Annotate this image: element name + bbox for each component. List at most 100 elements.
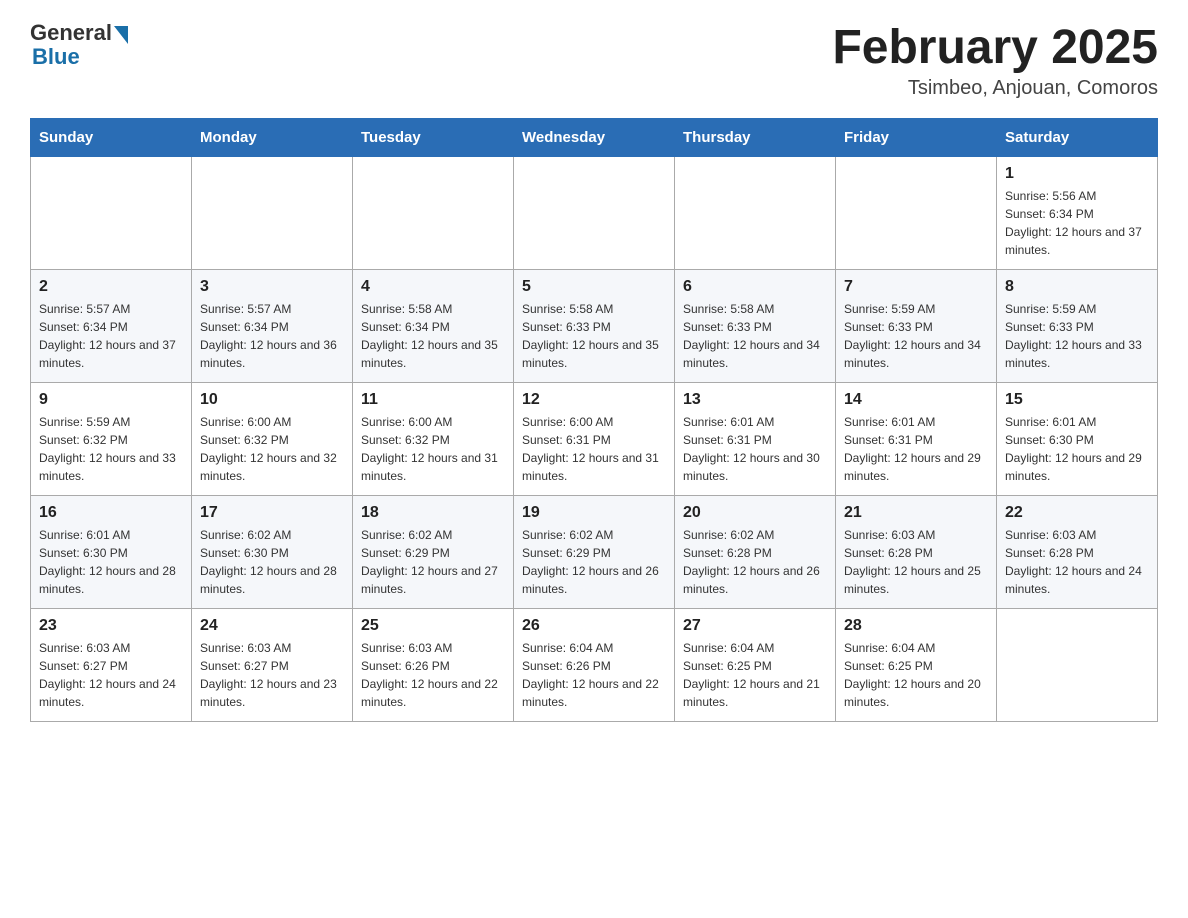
title-section: February 2025 Tsimbeo, Anjouan, Comoros [832,20,1158,100]
day-info: Sunrise: 6:03 AMSunset: 6:26 PMDaylight:… [361,639,505,711]
calendar-cell [31,157,192,270]
calendar-cell: 23Sunrise: 6:03 AMSunset: 6:27 PMDayligh… [31,609,192,722]
day-number: 1 [1005,165,1149,183]
calendar-cell: 28Sunrise: 6:04 AMSunset: 6:25 PMDayligh… [836,609,997,722]
day-info: Sunrise: 5:57 AMSunset: 6:34 PMDaylight:… [200,300,344,372]
logo-blue-text: Blue [32,44,80,70]
calendar-cell: 6 Sunrise: 5:58 AMSunset: 6:33 PMDaylight… [675,270,836,383]
day-number: 16 [39,504,183,522]
day-number: 7 [844,278,988,296]
day-info: Sunrise: 5:58 AMSunset: 6:34 PMDaylight:… [361,300,505,372]
calendar-cell: 19 Sunrise: 6:02 AMSunset: 6:29 PMDayligh… [514,496,675,609]
day-info: Sunrise: 5:58 AMSunset: 6:33 PMDaylight:… [522,300,666,372]
calendar-cell: 20 Sunrise: 6:02 AMSunset: 6:28 PMDayligh… [675,496,836,609]
calendar-cell: 2 Sunrise: 5:57 AMSunset: 6:34 PMDaylight… [31,270,192,383]
day-number: 3 [200,278,344,296]
day-info: Sunrise: 6:02 AMSunset: 6:29 PMDaylight:… [361,526,505,598]
day-info: Sunrise: 6:03 AMSunset: 6:28 PMDaylight:… [1005,526,1149,598]
calendar-cell: 25 Sunrise: 6:03 AMSunset: 6:26 PMDayligh… [353,609,514,722]
page-header: General Blue February 2025 Tsimbeo, Anjo… [30,20,1158,100]
col-header-saturday: Saturday [997,119,1158,157]
calendar-cell: 3 Sunrise: 5:57 AMSunset: 6:34 PMDaylight… [192,270,353,383]
day-info: Sunrise: 5:56 AMSunset: 6:34 PMDaylight:… [1005,187,1149,259]
calendar-cell [836,157,997,270]
day-number: 9 [39,391,183,409]
day-info: Sunrise: 6:04 AMSunset: 6:26 PMDaylight:… [522,639,666,711]
calendar-cell: 14 Sunrise: 6:01 AMSunset: 6:31 PMDayligh… [836,383,997,496]
day-info: Sunrise: 6:01 AMSunset: 6:31 PMDaylight:… [683,413,827,485]
col-header-thursday: Thursday [675,119,836,157]
day-number: 22 [1005,504,1149,522]
day-number: 8 [1005,278,1149,296]
month-title: February 2025 [832,20,1158,75]
calendar-table: SundayMondayTuesdayWednesdayThursdayFrid… [30,118,1158,722]
day-number: 27 [683,617,827,635]
day-number: 4 [361,278,505,296]
calendar-cell: 12 Sunrise: 6:00 AMSunset: 6:31 PMDayligh… [514,383,675,496]
day-info: Sunrise: 6:02 AMSunset: 6:28 PMDaylight:… [683,526,827,598]
calendar-week-row: 16 Sunrise: 6:01 AMSunset: 6:30 PMDayligh… [31,496,1158,609]
day-number: 11 [361,391,505,409]
day-number: 24 [200,617,344,635]
col-header-wednesday: Wednesday [514,119,675,157]
day-number: 5 [522,278,666,296]
calendar-week-row: 23Sunrise: 6:03 AMSunset: 6:27 PMDayligh… [31,609,1158,722]
day-number: 14 [844,391,988,409]
col-header-monday: Monday [192,119,353,157]
day-number: 12 [522,391,666,409]
day-number: 28 [844,617,988,635]
calendar-cell: 16 Sunrise: 6:01 AMSunset: 6:30 PMDayligh… [31,496,192,609]
calendar-cell [192,157,353,270]
calendar-header-row: SundayMondayTuesdayWednesdayThursdayFrid… [31,119,1158,157]
logo-arrow-icon [114,26,128,44]
calendar-cell: 7 Sunrise: 5:59 AMSunset: 6:33 PMDaylight… [836,270,997,383]
day-info: Sunrise: 6:00 AMSunset: 6:31 PMDaylight:… [522,413,666,485]
day-info: Sunrise: 6:04 AMSunset: 6:25 PMDaylight:… [683,639,827,711]
day-info: Sunrise: 5:59 AMSunset: 6:33 PMDaylight:… [1005,300,1149,372]
calendar-cell: 11 Sunrise: 6:00 AMSunset: 6:32 PMDayligh… [353,383,514,496]
location-title: Tsimbeo, Anjouan, Comoros [832,77,1158,100]
calendar-cell: 4 Sunrise: 5:58 AMSunset: 6:34 PMDaylight… [353,270,514,383]
calendar-cell: 18 Sunrise: 6:02 AMSunset: 6:29 PMDayligh… [353,496,514,609]
day-info: Sunrise: 6:03 AMSunset: 6:27 PMDaylight:… [200,639,344,711]
calendar-cell: 5 Sunrise: 5:58 AMSunset: 6:33 PMDaylight… [514,270,675,383]
day-number: 25 [361,617,505,635]
calendar-cell [675,157,836,270]
day-number: 17 [200,504,344,522]
day-number: 6 [683,278,827,296]
calendar-cell: 22 Sunrise: 6:03 AMSunset: 6:28 PMDayligh… [997,496,1158,609]
day-info: Sunrise: 5:59 AMSunset: 6:32 PMDaylight:… [39,413,183,485]
day-number: 18 [361,504,505,522]
day-info: Sunrise: 6:02 AMSunset: 6:29 PMDaylight:… [522,526,666,598]
day-info: Sunrise: 6:00 AMSunset: 6:32 PMDaylight:… [200,413,344,485]
calendar-cell [353,157,514,270]
day-info: Sunrise: 5:59 AMSunset: 6:33 PMDaylight:… [844,300,988,372]
calendar-cell [997,609,1158,722]
day-info: Sunrise: 6:01 AMSunset: 6:30 PMDaylight:… [1005,413,1149,485]
day-info: Sunrise: 5:57 AMSunset: 6:34 PMDaylight:… [39,300,183,372]
calendar-cell: 21Sunrise: 6:03 AMSunset: 6:28 PMDayligh… [836,496,997,609]
calendar-cell: 9 Sunrise: 5:59 AMSunset: 6:32 PMDaylight… [31,383,192,496]
day-number: 2 [39,278,183,296]
day-info: Sunrise: 6:00 AMSunset: 6:32 PMDaylight:… [361,413,505,485]
day-info: Sunrise: 6:01 AMSunset: 6:30 PMDaylight:… [39,526,183,598]
day-number: 15 [1005,391,1149,409]
col-header-friday: Friday [836,119,997,157]
day-number: 26 [522,617,666,635]
calendar-cell: 26 Sunrise: 6:04 AMSunset: 6:26 PMDayligh… [514,609,675,722]
day-info: Sunrise: 5:58 AMSunset: 6:33 PMDaylight:… [683,300,827,372]
day-info: Sunrise: 6:01 AMSunset: 6:31 PMDaylight:… [844,413,988,485]
calendar-cell [514,157,675,270]
calendar-cell: 13Sunrise: 6:01 AMSunset: 6:31 PMDayligh… [675,383,836,496]
col-header-sunday: Sunday [31,119,192,157]
calendar-cell: 8 Sunrise: 5:59 AMSunset: 6:33 PMDaylight… [997,270,1158,383]
day-number: 21 [844,504,988,522]
calendar-cell: 24 Sunrise: 6:03 AMSunset: 6:27 PMDayligh… [192,609,353,722]
day-number: 19 [522,504,666,522]
logo: General Blue [30,20,128,70]
col-header-tuesday: Tuesday [353,119,514,157]
calendar-cell: 27 Sunrise: 6:04 AMSunset: 6:25 PMDayligh… [675,609,836,722]
day-number: 20 [683,504,827,522]
day-info: Sunrise: 6:02 AMSunset: 6:30 PMDaylight:… [200,526,344,598]
calendar-cell: 10Sunrise: 6:00 AMSunset: 6:32 PMDayligh… [192,383,353,496]
